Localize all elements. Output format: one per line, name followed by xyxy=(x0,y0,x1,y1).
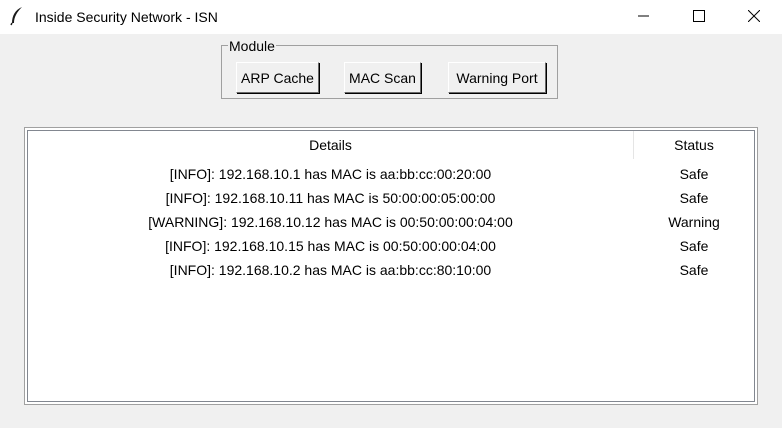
details-cell: [INFO]: 192.168.10.11 has MAC is 50:00:0… xyxy=(165,190,496,206)
maximize-icon xyxy=(693,9,705,25)
table-row[interactable]: [INFO]: 192.168.10.2 has MAC is aa:bb:cc… xyxy=(28,258,756,282)
status-cell: Safe xyxy=(679,238,709,254)
table-row[interactable]: [INFO]: 192.168.10.1 has MAC is aa:bb:cc… xyxy=(28,162,756,186)
details-cell: [INFO]: 192.168.10.15 has MAC is 00:50:0… xyxy=(165,238,496,254)
mac-scan-button[interactable]: MAC Scan xyxy=(344,62,421,93)
arp-cache-button[interactable]: ARP Cache xyxy=(236,62,319,93)
status-cell: Safe xyxy=(679,190,709,206)
details-cell: [WARNING]: 192.168.10.12 has MAC is 00:5… xyxy=(148,214,513,230)
status-cell: Safe xyxy=(679,262,709,278)
table-row[interactable]: [WARNING]: 192.168.10.12 has MAC is 00:5… xyxy=(28,210,756,234)
status-cell: Warning xyxy=(668,214,720,230)
results-table[interactable]: Details Status [INFO]: 192.168.10.1 has … xyxy=(27,130,755,402)
table-row[interactable]: [INFO]: 192.168.10.11 has MAC is 50:00:0… xyxy=(28,186,756,210)
status-cell: Safe xyxy=(679,166,709,182)
minimize-button[interactable] xyxy=(621,0,667,34)
warning-port-button[interactable]: Warning Port xyxy=(448,62,546,93)
column-header-details[interactable]: Details xyxy=(28,131,634,159)
feather-icon xyxy=(9,6,25,26)
minimize-icon xyxy=(638,9,650,25)
results-frame: Details Status [INFO]: 192.168.10.1 has … xyxy=(24,127,758,405)
close-icon xyxy=(747,9,761,25)
details-cell: [INFO]: 192.168.10.2 has MAC is aa:bb:cc… xyxy=(169,262,492,278)
maximize-button[interactable] xyxy=(676,0,722,34)
table-row[interactable]: [INFO]: 192.168.10.15 has MAC is 00:50:0… xyxy=(28,234,756,258)
window-title: Inside Security Network - ISN xyxy=(35,9,218,25)
column-header-status[interactable]: Status xyxy=(634,131,754,159)
module-group-label: Module xyxy=(228,38,276,54)
close-button[interactable] xyxy=(731,0,777,34)
title-bar[interactable]: Inside Security Network - ISN xyxy=(0,0,782,34)
details-cell: [INFO]: 192.168.10.1 has MAC is aa:bb:cc… xyxy=(169,166,492,182)
